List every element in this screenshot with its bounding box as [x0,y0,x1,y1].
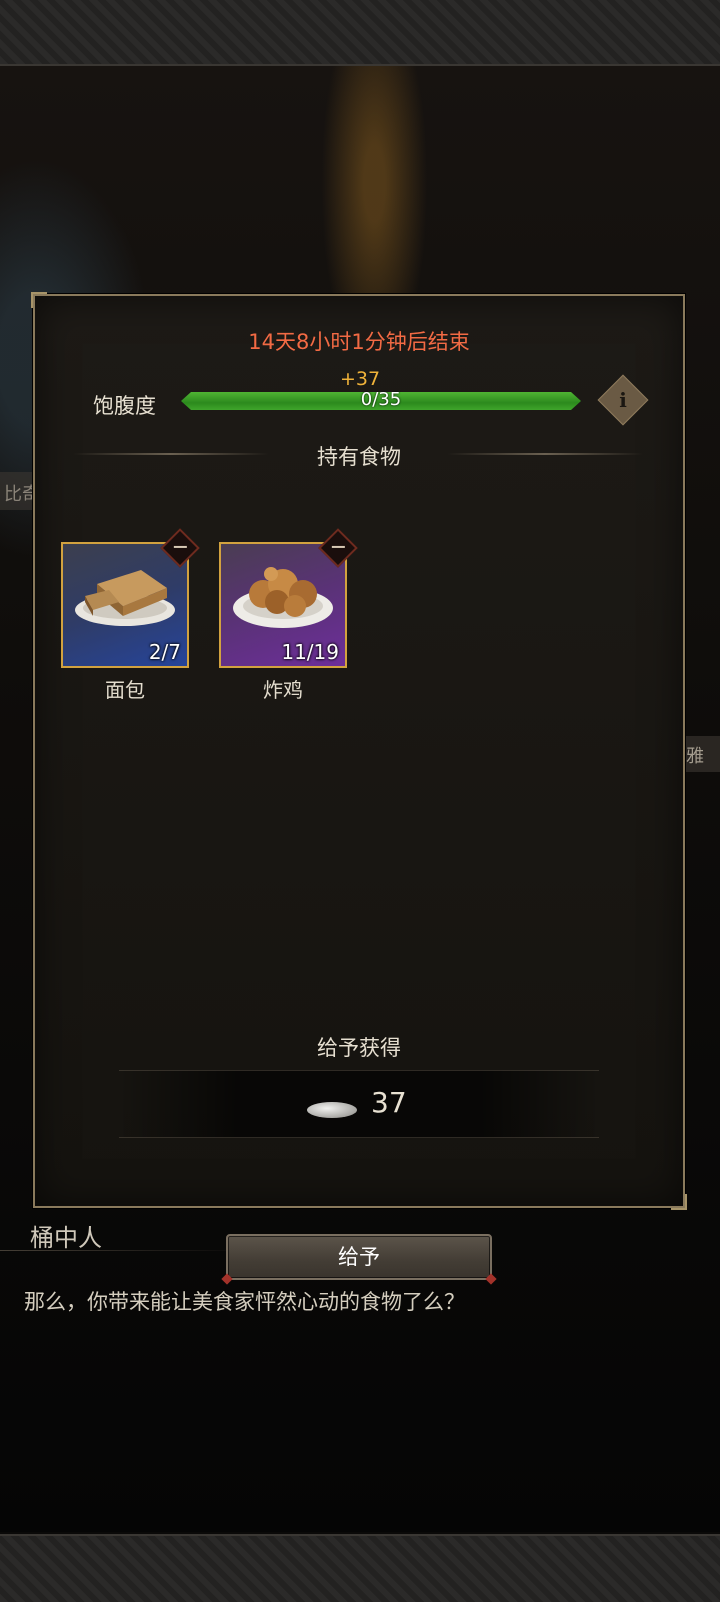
speaker-name: 桶中人 [30,1224,102,1252]
reward-title: 给予获得 [317,1036,401,1060]
background-side-label: 雅 [686,746,704,767]
event-timer: 14天8小时1分钟后结束 [248,330,470,354]
dialogue-text: 那么，你带来能让美食家怦然心动的食物了么？ [24,1290,465,1314]
food-card[interactable]: 2/7 [61,542,189,668]
give-button[interactable]: 给予 [221,1234,497,1285]
divider-right [447,453,643,455]
give-button-label: 给予 [338,1245,380,1269]
food-name: 面包 [105,678,145,702]
bottom-ornament-bar [0,1534,720,1602]
speaker-underline [0,1250,250,1251]
owned-food-title: 持有食物 [317,445,401,469]
background-side-tag: 雅 [682,736,720,772]
top-ornament-bar [0,0,720,66]
reward-amount: 37 [371,1086,407,1119]
food-name: 炸鸡 [263,678,303,702]
food-give-panel: 14天8小时1分钟后结束 饱腹度 +37 0/35 i 持有食物 2/7 面包 [31,292,687,1210]
food-card[interactable]: 11/19 [219,542,347,668]
reward-band [119,1070,599,1138]
hunger-label: 饱腹度 [93,394,156,418]
hunger-gain: +37 [339,368,381,390]
food-count: 2/7 [148,640,181,664]
hunger-progress-text: 0/35 [360,389,402,410]
food-count: 11/19 [281,640,339,664]
silver-coin-icon [307,1102,357,1118]
